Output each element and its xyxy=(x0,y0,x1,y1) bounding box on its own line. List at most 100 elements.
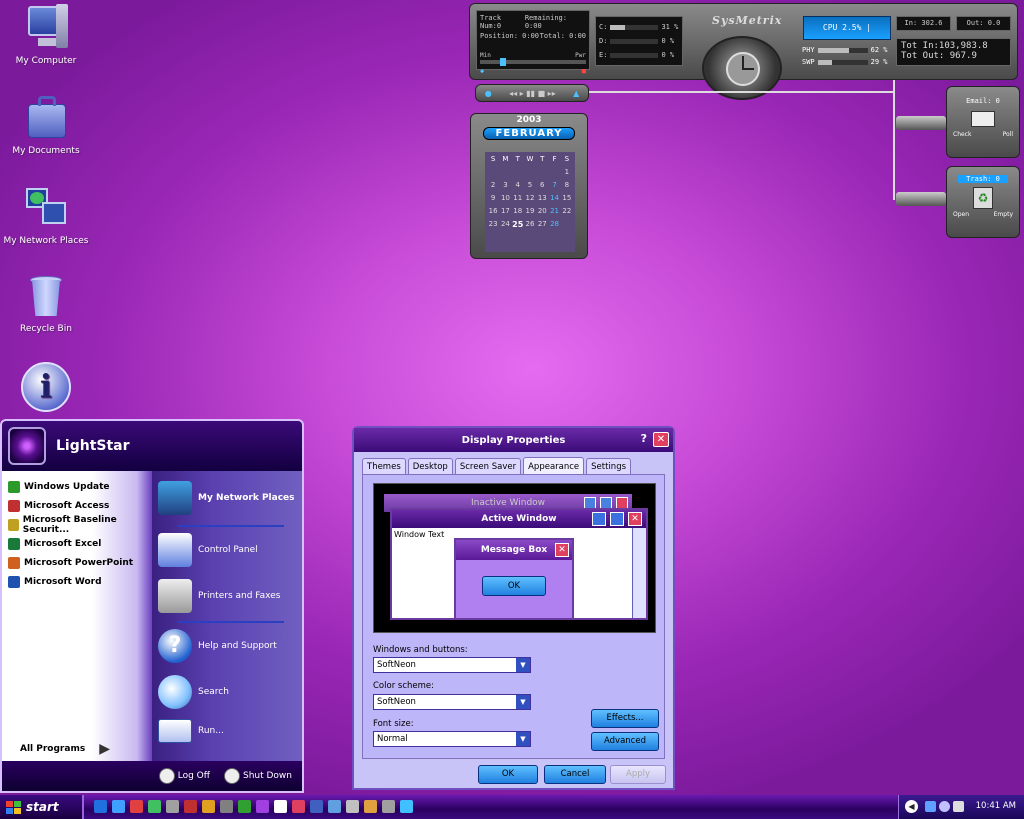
start-search[interactable]: Search xyxy=(158,675,229,709)
quick-launch-icon[interactable] xyxy=(292,800,305,813)
quick-launch-icon[interactable] xyxy=(256,800,269,813)
desktop-icon-recycle-bin[interactable]: Recycle Bin xyxy=(0,272,92,334)
connector-pipe-vertical xyxy=(893,80,895,200)
network-tray-icon[interactable] xyxy=(925,801,936,812)
quick-launch-icon[interactable] xyxy=(310,800,323,813)
quick-launch-icon[interactable] xyxy=(112,800,125,813)
close-button[interactable]: ✕ xyxy=(653,432,669,447)
calendar-day: 19 xyxy=(525,207,535,215)
apply-button[interactable]: Apply xyxy=(610,765,666,784)
app-icon xyxy=(8,537,20,550)
volume-slider[interactable] xyxy=(480,58,586,66)
shut-down-button[interactable]: Shut Down xyxy=(223,768,292,784)
start-pinned-item[interactable]: Microsoft Baseline Securit... xyxy=(2,515,152,535)
position-value: 0:00 xyxy=(522,32,540,40)
font-size-select[interactable]: Normal ▼ xyxy=(373,731,531,747)
start-run[interactable]: Run... xyxy=(158,719,224,743)
quick-launch-icon[interactable] xyxy=(202,800,215,813)
preview-close-icon: ✕ xyxy=(628,512,642,526)
quick-launch-icon[interactable] xyxy=(346,800,359,813)
start-pinned-item-label: Microsoft PowerPoint xyxy=(24,557,134,568)
calendar-day: 2 xyxy=(490,181,496,189)
all-programs-button[interactable]: All Programs ▶ xyxy=(20,741,110,757)
start-pinned-item[interactable]: Microsoft PowerPoint xyxy=(2,553,152,572)
quick-launch-icon[interactable] xyxy=(400,800,413,813)
windows-buttons-value: SoftNeon xyxy=(377,660,416,670)
playback-icon[interactable]: ◂◂ ▸ ▮▮ ■ ▸▸ xyxy=(509,89,556,98)
start-menu-places: My Network Places Control Panel Printers… xyxy=(152,471,302,765)
quick-launch-icon[interactable] xyxy=(166,800,179,813)
advanced-button[interactable]: Advanced xyxy=(591,732,659,751)
desktop-icon-my-documents[interactable]: My Documents xyxy=(0,94,92,156)
stop-small-icon[interactable]: ■ xyxy=(582,67,586,75)
quick-launch-icon[interactable] xyxy=(364,800,377,813)
clock[interactable]: 10:41 AM xyxy=(976,801,1016,811)
quick-launch-icon[interactable] xyxy=(184,800,197,813)
volume-tray-icon[interactable] xyxy=(939,801,950,812)
drive-e-label: E: xyxy=(599,51,608,59)
start-pinned-item[interactable]: Microsoft Excel xyxy=(2,534,152,553)
calendar-day xyxy=(536,168,548,181)
tab-desktop[interactable]: Desktop xyxy=(407,458,453,475)
color-scheme-value: SoftNeon xyxy=(377,697,416,707)
start-item-label: Help and Support xyxy=(198,641,277,651)
quick-launch-icon[interactable] xyxy=(382,800,395,813)
control-panel-icon xyxy=(158,533,192,567)
start-printers-faxes[interactable]: Printers and Faxes xyxy=(158,579,280,613)
tray-expand-icon[interactable]: ◀ xyxy=(905,800,918,813)
quick-launch-icon[interactable] xyxy=(220,800,233,813)
start-menu-pinned: Windows Update Microsoft Access Microsoft … xyxy=(2,471,152,765)
weekday-header: W xyxy=(526,155,534,163)
sysmetrix-brand: SysMetrix xyxy=(712,14,783,27)
tab-settings[interactable]: Settings xyxy=(586,458,632,475)
windows-logo-icon xyxy=(6,800,21,814)
remaining-label: Remaining: xyxy=(524,14,567,22)
start-button[interactable]: start xyxy=(0,795,84,819)
log-off-button[interactable]: Log Off xyxy=(158,768,210,784)
start-pinned-item[interactable]: Microsoft Access xyxy=(2,496,152,515)
preview-scrollbar xyxy=(632,528,646,618)
start-network-places[interactable]: My Network Places xyxy=(158,481,295,515)
up-arrow-icon[interactable]: ▲ xyxy=(573,89,579,98)
start-control-panel[interactable]: Control Panel xyxy=(158,533,258,567)
empty-button[interactable]: Empty xyxy=(994,211,1013,218)
min-label: Min xyxy=(480,52,491,59)
start-pinned-item[interactable]: Microsoft Word xyxy=(2,572,152,591)
start-help-support[interactable]: ? Help and Support xyxy=(158,629,277,663)
calendar-day: 14 xyxy=(550,194,560,202)
media-controls: ● ◂◂ ▸ ▮▮ ■ ▸▸ ▲ xyxy=(475,84,589,102)
effects-button[interactable]: Effects... xyxy=(591,709,659,728)
quick-launch-icon[interactable] xyxy=(94,800,107,813)
help-button[interactable]: ? xyxy=(641,432,647,445)
desktop-icon-my-computer[interactable]: My Computer xyxy=(0,4,92,66)
tab-appearance[interactable]: Appearance xyxy=(523,457,585,475)
calendar-day: 13 xyxy=(537,194,547,202)
quick-launch-icon[interactable] xyxy=(328,800,341,813)
tab-themes[interactable]: Themes xyxy=(362,458,406,475)
quick-launch-icon[interactable] xyxy=(274,800,287,813)
sysmetrix-main-panel: Track Num:0 Remaining: 0:00 Position: 0:0… xyxy=(469,3,1018,100)
calendar-day: 11 xyxy=(513,194,523,202)
ok-button[interactable]: OK xyxy=(478,765,538,784)
color-scheme-select[interactable]: SoftNeon ▼ xyxy=(373,694,531,710)
cancel-button[interactable]: Cancel xyxy=(544,765,606,784)
eject-icon[interactable]: ● xyxy=(485,89,492,98)
calendar-day xyxy=(499,168,511,181)
poll-button[interactable]: Poll xyxy=(1003,131,1013,138)
start-pinned-item[interactable]: Windows Update xyxy=(2,477,152,496)
prev-small-icon[interactable]: ◆ xyxy=(480,67,484,75)
speaker-tray-icon[interactable] xyxy=(953,801,964,812)
quick-launch-icon[interactable] xyxy=(238,800,251,813)
total-value: 0:00 xyxy=(569,32,586,40)
windows-buttons-select[interactable]: SoftNeon ▼ xyxy=(373,657,531,673)
desktop-icon-info[interactable]: i xyxy=(0,362,92,416)
calendar-day xyxy=(548,168,560,181)
open-button[interactable]: Open xyxy=(953,211,969,218)
app-icon xyxy=(8,556,20,569)
check-button[interactable]: Check xyxy=(953,131,971,138)
quick-launch-icon[interactable] xyxy=(130,800,143,813)
quick-launch-icon[interactable] xyxy=(148,800,161,813)
desktop-icon-my-network-places[interactable]: My Network Places xyxy=(0,184,92,246)
chevron-down-icon: ▼ xyxy=(516,658,530,672)
tab-screen-saver[interactable]: Screen Saver xyxy=(454,458,522,475)
